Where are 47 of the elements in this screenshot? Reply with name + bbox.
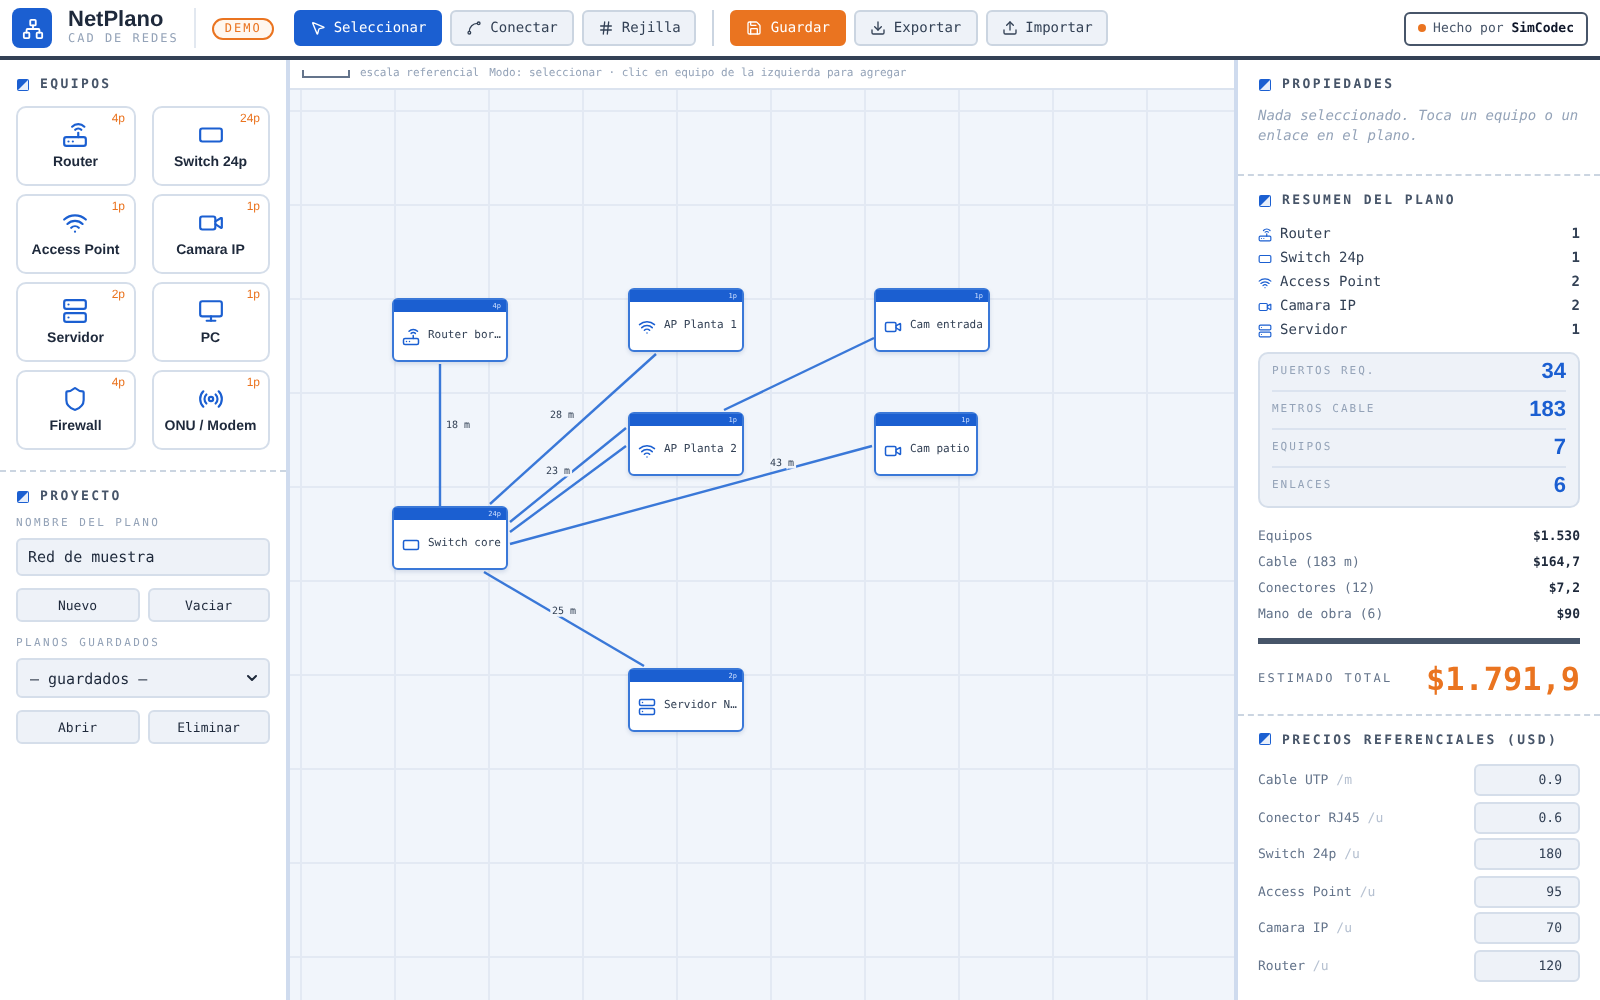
square-icon	[1258, 77, 1272, 91]
cable-link[interactable]	[483, 570, 645, 668]
video-camera-icon	[197, 210, 224, 236]
server-icon	[1258, 323, 1272, 338]
monitor-icon	[197, 298, 224, 324]
save-icon	[746, 20, 763, 36]
download-icon	[869, 20, 886, 36]
cable-link[interactable]	[509, 445, 627, 533]
stat-value: 6	[1553, 474, 1566, 499]
wifi-icon	[1258, 275, 1272, 290]
square-icon	[16, 489, 30, 503]
video-camera-icon	[884, 317, 902, 335]
rectangle-icon	[402, 535, 420, 553]
status-dot	[1417, 24, 1426, 32]
logo	[12, 8, 52, 48]
cable-link[interactable]	[509, 427, 627, 523]
cable-link[interactable]	[723, 336, 875, 412]
cable-link[interactable]	[438, 364, 442, 506]
video-camera-icon	[884, 441, 902, 459]
stat-value: 183	[1529, 397, 1566, 422]
curve-icon	[466, 20, 483, 36]
cable-link[interactable]	[489, 353, 657, 505]
router-icon	[62, 122, 89, 148]
square-icon	[1258, 193, 1272, 207]
total-value: $1.791,9	[1425, 659, 1580, 698]
shield-icon	[62, 386, 89, 412]
chevron-icon	[244, 670, 260, 686]
video-camera-icon	[1258, 299, 1272, 314]
upload-icon	[1001, 20, 1018, 36]
hash-icon	[597, 20, 614, 36]
pointer-icon	[309, 20, 326, 36]
router-icon	[1258, 227, 1272, 242]
cable-link[interactable]	[509, 444, 873, 546]
rectangle-icon	[1258, 251, 1272, 266]
rectangle-icon	[197, 122, 224, 148]
radio-icon	[197, 386, 224, 412]
router-icon	[402, 327, 420, 345]
square-icon	[1258, 732, 1272, 747]
server-icon	[638, 697, 656, 715]
brand-name: NetPlano	[68, 8, 166, 32]
square-icon	[16, 77, 30, 91]
wifi-icon	[638, 441, 656, 459]
wifi-icon	[638, 317, 656, 335]
stat-value: 7	[1553, 435, 1566, 460]
scale-bar-icon	[302, 70, 350, 78]
stat-value: 34	[1541, 359, 1566, 384]
server-icon	[62, 298, 89, 324]
